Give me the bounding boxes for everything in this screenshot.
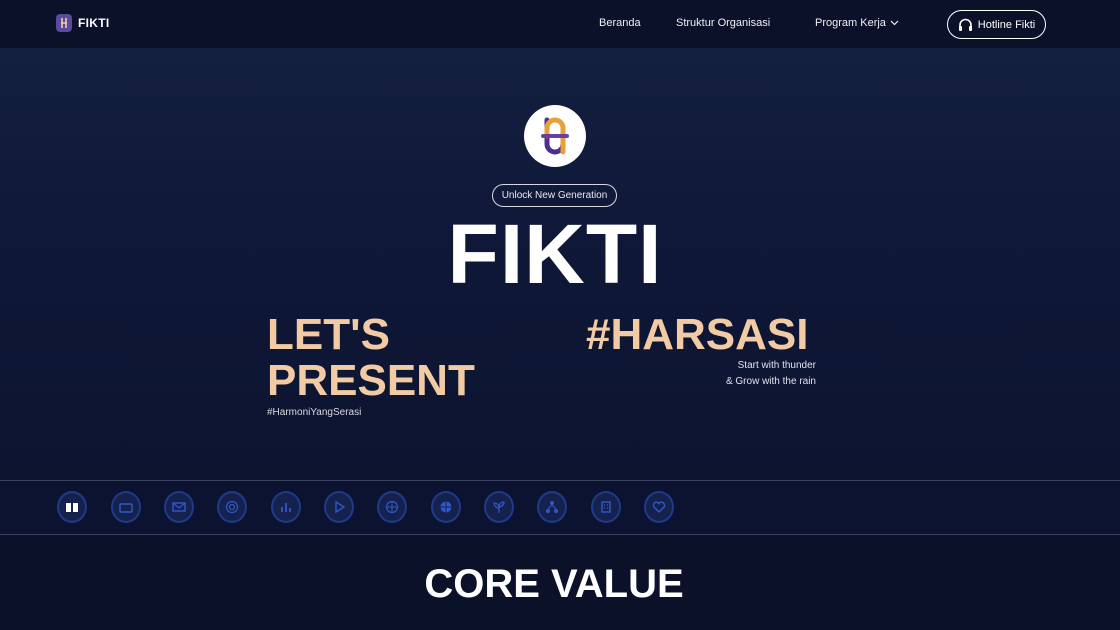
target-icon[interactable] [217,491,247,523]
plant-icon[interactable] [484,491,514,523]
basketball-icon[interactable] [431,491,461,523]
brand-logo-icon [56,14,72,32]
nav-program-kerja[interactable]: Program Kerja [815,17,899,29]
lets-line: LET'S [267,310,390,359]
network-icon[interactable] [537,491,567,523]
core-value-section: CORE VALUE [0,536,1120,630]
harsasi-sub-line1: Start with thunder [737,360,816,371]
harmoni-hashtag: #HarmoniYangSerasi [267,407,362,418]
briefcase-icon[interactable] [111,491,141,523]
present-line: PRESENT [267,356,475,405]
play-icon[interactable] [324,491,354,523]
building-icon[interactable] [591,491,621,523]
department-icon-strip [0,480,1120,535]
nav-program-kerja-label: Program Kerja [815,17,886,29]
brand[interactable]: FIKTI [56,14,110,32]
nav-beranda[interactable]: Beranda [599,17,641,29]
brand-name: FIKTI [78,16,110,30]
hero-title: FIKTI [447,207,663,301]
harsasi-logo-icon [524,105,586,167]
core-value-title: CORE VALUE [424,562,684,606]
heart-icon[interactable] [644,491,674,523]
chevron-down-icon [890,20,899,26]
hotline-label: Hotline Fikti [977,18,1036,31]
mail-icon[interactable] [164,491,194,523]
chart-icon[interactable] [271,491,301,523]
hotline-button[interactable]: Hotline Fikti [947,10,1046,39]
globe-icon[interactable] [377,491,407,523]
harsasi-heading: #HARSASI [586,310,809,359]
harsasi-sub-line2: & Grow with the rain [725,376,816,387]
headset-icon [958,18,972,31]
tagline-badge: Unlock New Generation [492,184,617,207]
harsasi-subtitle: Start with thunder & Grow with the rain [700,358,816,390]
nav-struktur-organisasi[interactable]: Struktur Organisasi [676,17,770,29]
lets-present-heading: LET'S PRESENT [267,312,475,404]
navbar: FIKTI Beranda Struktur Organisasi Progra… [0,0,1120,48]
book-icon[interactable] [57,491,87,523]
